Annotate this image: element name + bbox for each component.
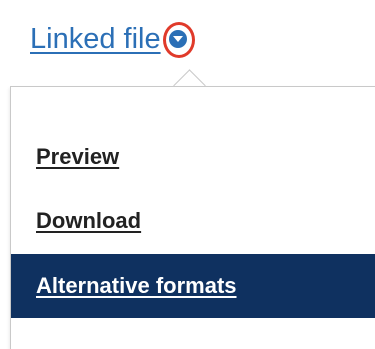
menu-item-label: Alternative formats bbox=[36, 273, 237, 298]
linked-file-row: Linked file bbox=[30, 14, 195, 64]
menu-item-download[interactable]: Download bbox=[11, 189, 375, 253]
menu-item-preview[interactable]: Preview bbox=[11, 125, 375, 189]
chevron-down-icon bbox=[168, 30, 187, 48]
menu-item-label: Preview bbox=[36, 144, 120, 169]
dropdown-menu: Preview Download Alternative formats bbox=[10, 86, 375, 349]
menu-item-label: Download bbox=[36, 208, 142, 233]
dropdown-toggle-button[interactable] bbox=[162, 22, 195, 58]
linked-file-widget: Linked file Preview Download Alternative… bbox=[0, 0, 375, 349]
linked-file-link[interactable]: Linked file bbox=[30, 23, 161, 56]
menu-item-alternative-formats[interactable]: Alternative formats bbox=[11, 254, 375, 318]
